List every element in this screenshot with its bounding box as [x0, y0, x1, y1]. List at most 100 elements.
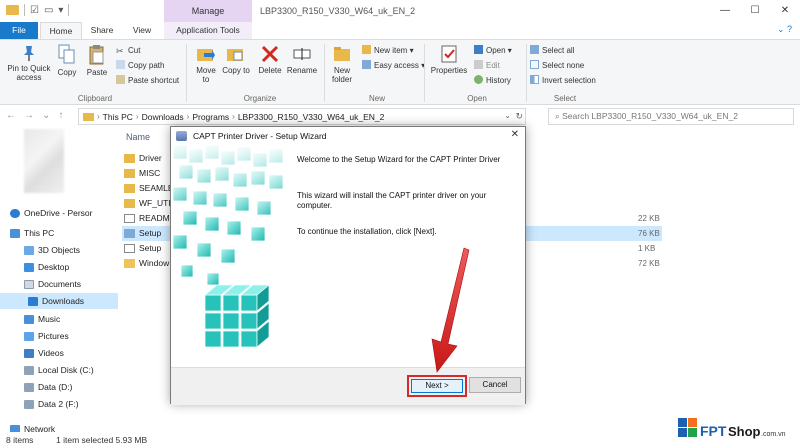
breadcrumb-current-folder[interactable]: LBP3300_R150_V330_W64_uk_EN_2 — [238, 112, 385, 122]
invert-selection-icon — [530, 75, 539, 84]
nav-item-data-2-f[interactable]: Data 2 (F:) — [24, 396, 79, 412]
nav-item-desktop[interactable]: Desktop — [24, 259, 69, 275]
list-item[interactable]: Setup — [124, 241, 161, 256]
nav-item-documents[interactable]: Documents — [24, 276, 81, 292]
nav-item-pictures[interactable]: Pictures — [24, 328, 69, 344]
next-button[interactable]: Next > — [411, 379, 463, 393]
tab-home[interactable]: Home — [40, 22, 82, 39]
forward-arrow-icon[interactable]: → — [24, 110, 34, 121]
breadcrumb-programs[interactable]: Programs — [192, 112, 229, 122]
drive-icon — [24, 365, 34, 375]
address-bar[interactable]: › This PC › Downloads › Programs › LBP33… — [78, 108, 526, 125]
wizard-instruction: To continue the installation, click [Nex… — [297, 227, 437, 236]
recent-chevron-icon[interactable]: ⌄ — [42, 110, 50, 121]
blurred-region — [24, 129, 64, 193]
wizard-banner-image — [173, 145, 289, 367]
search-input[interactable]: ⌕ Search LBP3300_R150_V330_W64_uk_EN_2 — [548, 108, 794, 125]
cube-icon — [24, 245, 34, 255]
breadcrumb-downloads[interactable]: Downloads — [142, 112, 184, 122]
properties-button[interactable]: Properties — [428, 44, 470, 75]
list-item[interactable]: SEAMLE — [124, 181, 174, 196]
windows-file-icon — [124, 259, 135, 268]
copy-path-icon — [116, 60, 125, 69]
move-to-button[interactable]: Move to — [192, 44, 220, 84]
select-all-label: Select all — [542, 46, 575, 55]
cancel-button[interactable]: Cancel — [469, 377, 521, 393]
copy-to-button[interactable]: Copy to — [222, 44, 250, 75]
list-item[interactable]: MISC — [124, 166, 160, 181]
list-item[interactable]: WF_UTIL — [124, 196, 175, 211]
edit-button[interactable]: Edit — [474, 60, 500, 71]
list-item[interactable]: READMI — [124, 211, 172, 226]
nav-item-3d-objects[interactable]: 3D Objects — [24, 242, 80, 258]
tab-file[interactable]: File — [0, 22, 38, 39]
fpt-brand-text: FPT — [700, 423, 727, 439]
address-bar-row: ← → ⌄ ↑ › This PC › Downloads › Programs… — [0, 105, 800, 127]
tab-view[interactable]: View — [124, 22, 160, 39]
shop-brand-text: Shop — [728, 424, 761, 439]
rename-button[interactable]: Rename — [286, 44, 318, 75]
copy-icon — [58, 44, 75, 64]
close-button[interactable]: ✕ — [770, 0, 800, 22]
tab-share[interactable]: Share — [84, 22, 120, 39]
file-size: 22 KB — [638, 214, 660, 223]
select-all-button[interactable]: Select all — [530, 45, 574, 56]
list-item[interactable]: Driver — [124, 151, 162, 166]
copy-path-button[interactable]: Copy path — [116, 60, 164, 71]
copy-button[interactable]: Copy — [54, 44, 80, 77]
easy-access-button[interactable]: Easy access ▾ — [362, 60, 425, 71]
cut-label: Cut — [128, 46, 141, 55]
minimize-button[interactable]: — — [710, 0, 740, 22]
select-none-label: Select none — [542, 61, 585, 70]
manage-context-tab[interactable]: Manage — [164, 0, 252, 22]
file-name: Setup — [139, 243, 162, 253]
paste-shortcut-button[interactable]: Paste shortcut — [116, 75, 179, 86]
nav-item-videos[interactable]: Videos — [24, 345, 64, 361]
refresh-icon[interactable]: ↻ — [515, 111, 523, 122]
drive-icon — [24, 382, 34, 392]
nav-item-music[interactable]: Music — [24, 311, 60, 327]
history-button[interactable]: History — [474, 75, 511, 86]
invert-selection-button[interactable]: Invert selection — [530, 75, 596, 86]
invert-selection-label: Invert selection — [542, 76, 596, 85]
file-name: Window — [139, 258, 170, 268]
chevron-down-icon[interactable]: ▾ — [58, 5, 63, 16]
up-arrow-icon[interactable]: ↑ — [58, 110, 63, 121]
nav-item-downloads[interactable]: Downloads — [0, 293, 118, 309]
properties-check-icon[interactable]: ☑ — [30, 5, 39, 16]
maximize-button[interactable]: ☐ — [740, 0, 770, 22]
column-header-name[interactable]: Name — [126, 132, 150, 142]
chevron-down-icon[interactable]: ⌄ — [504, 111, 511, 120]
select-group-label: Select — [553, 94, 577, 103]
new-item-button[interactable]: New item ▾ — [362, 45, 414, 56]
divider — [324, 44, 325, 102]
breadcrumb-this-pc[interactable]: This PC — [103, 112, 133, 122]
copy-label: Copy — [57, 68, 77, 77]
cut-button[interactable]: ✂ Cut — [116, 45, 140, 56]
nav-item-local-disk-c[interactable]: Local Disk (C:) — [24, 362, 94, 378]
pin-to-quick-access-button[interactable]: Pin to Quick access — [4, 44, 54, 82]
select-none-button[interactable]: Select none — [530, 60, 584, 71]
wizard-description: This wizard will install the CAPT printe… — [297, 191, 487, 210]
nav-item-this-pc[interactable]: This PC — [10, 225, 54, 241]
nav-item-label: Pictures — [38, 331, 69, 341]
new-folder-icon[interactable]: ▭ — [44, 5, 53, 16]
navigation-pane: OneDrive - Persor This PC 3D Objects Des… — [0, 127, 118, 434]
download-arrow-icon — [28, 296, 38, 306]
cloud-icon — [10, 208, 20, 218]
dialog-close-button[interactable]: ✕ — [511, 129, 519, 140]
nav-item-label: This PC — [24, 228, 55, 238]
open-button[interactable]: Open ▾ — [474, 45, 512, 56]
red-pointer-arrow-icon — [431, 247, 470, 373]
select-all-icon — [530, 45, 539, 54]
list-item[interactable]: Window — [124, 256, 169, 271]
help-icon[interactable]: ⌄ ? — [777, 24, 792, 35]
back-arrow-icon[interactable]: ← — [6, 110, 16, 121]
paste-button[interactable]: Paste — [84, 44, 110, 77]
nav-item-onedrive[interactable]: OneDrive - Persor — [10, 205, 93, 221]
tab-application-tools[interactable]: Application Tools — [164, 22, 252, 39]
delete-button[interactable]: Delete — [256, 44, 284, 75]
edit-label: Edit — [486, 61, 500, 70]
new-folder-button[interactable]: New folder — [328, 44, 356, 84]
nav-item-data-d[interactable]: Data (D:) — [24, 379, 72, 395]
